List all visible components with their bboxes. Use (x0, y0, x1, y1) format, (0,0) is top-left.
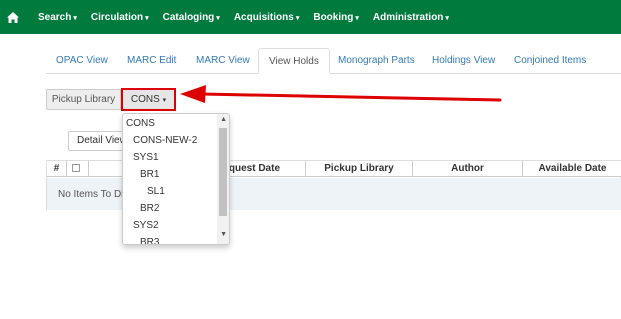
pickup-library-menu: CONS CONS-NEW-2 SYS1 BR1 SL1 BR2 SYS2 BR… (122, 113, 230, 245)
nav-acquisitions-label: Acquisitions (233, 11, 294, 23)
red-arrow-annotation (180, 85, 502, 103)
chevron-down-icon: ▾ (73, 14, 77, 22)
tab-holdings-view[interactable]: Holdings View (432, 48, 495, 74)
nav-circulation[interactable]: Circulation ▾ (91, 12, 149, 23)
pickup-library-value: CONS (130, 94, 160, 105)
col-index-header: # (47, 161, 67, 177)
nav-search[interactable]: Search ▾ (38, 12, 77, 23)
scroll-up-icon[interactable]: ▲ (220, 116, 227, 123)
nav-booking[interactable]: Booking ▾ (313, 12, 359, 23)
nav-administration[interactable]: Administration ▾ (373, 12, 449, 23)
col-available-date-header[interactable]: Available Date (523, 161, 621, 177)
pickup-library-dropdown[interactable]: CONS ▾ (121, 88, 176, 111)
menu-option-br2[interactable]: BR2 (140, 203, 159, 215)
menu-option-cons[interactable]: CONS (126, 118, 155, 130)
tab-conjoined-items[interactable]: Conjoined Items (514, 48, 586, 74)
menu-option-br3[interactable]: BR3 (140, 237, 159, 244)
nav-cataloging[interactable]: Cataloging ▾ (163, 12, 220, 23)
tab-marc-edit[interactable]: MARC Edit (127, 48, 176, 74)
menu-option-sys1[interactable]: SYS1 (133, 152, 159, 164)
menu-option-cons-new-2[interactable]: CONS-NEW-2 (133, 135, 197, 147)
nav-acquisitions[interactable]: Acquisitions ▾ (234, 12, 300, 23)
home-icon[interactable] (0, 0, 26, 34)
record-tabs: OPAC View MARC Edit MARC View View Holds… (46, 48, 621, 74)
select-all-checkbox[interactable] (72, 164, 80, 172)
chevron-down-icon: ▾ (445, 14, 449, 22)
nav-search-label: Search (38, 11, 72, 23)
nav-cataloging-label: Cataloging (162, 11, 215, 23)
col-pickup-library-header[interactable]: Pickup Library (306, 161, 413, 177)
menu-option-br1[interactable]: BR1 (140, 169, 159, 181)
scroll-down-icon[interactable]: ▼ (220, 231, 227, 238)
nav-administration-label: Administration (372, 11, 444, 23)
top-navbar: Search ▾ Circulation ▾ Cataloging ▾ Acquisi… (0, 0, 621, 34)
tab-marc-view[interactable]: MARC View (196, 48, 250, 74)
tab-opac-view[interactable]: OPAC View (56, 48, 108, 74)
nav-circulation-label: Circulation (90, 11, 144, 23)
scrollbar-thumb[interactable] (219, 128, 227, 216)
col-author-header[interactable]: Author (413, 161, 523, 177)
menu-scrollbar[interactable]: ▲ ▼ (217, 114, 229, 244)
chevron-down-icon: ▾ (145, 14, 149, 22)
tab-monograph-parts[interactable]: Monograph Parts (338, 48, 415, 74)
chevron-down-icon: ▾ (216, 14, 220, 22)
menu-option-sys2[interactable]: SYS2 (133, 220, 159, 232)
menu-option-sl1[interactable]: SL1 (147, 186, 165, 198)
chevron-down-icon: ▾ (162, 97, 167, 104)
detail-view-button[interactable]: Detail View (68, 131, 130, 151)
nav-booking-label: Booking (313, 11, 354, 23)
chevron-down-icon: ▾ (295, 14, 300, 22)
tab-view-holds[interactable]: View Holds (258, 48, 330, 74)
pickup-library-label: Pickup Library (46, 89, 121, 110)
col-select-header (67, 161, 89, 177)
chevron-down-icon: ▾ (355, 14, 359, 22)
